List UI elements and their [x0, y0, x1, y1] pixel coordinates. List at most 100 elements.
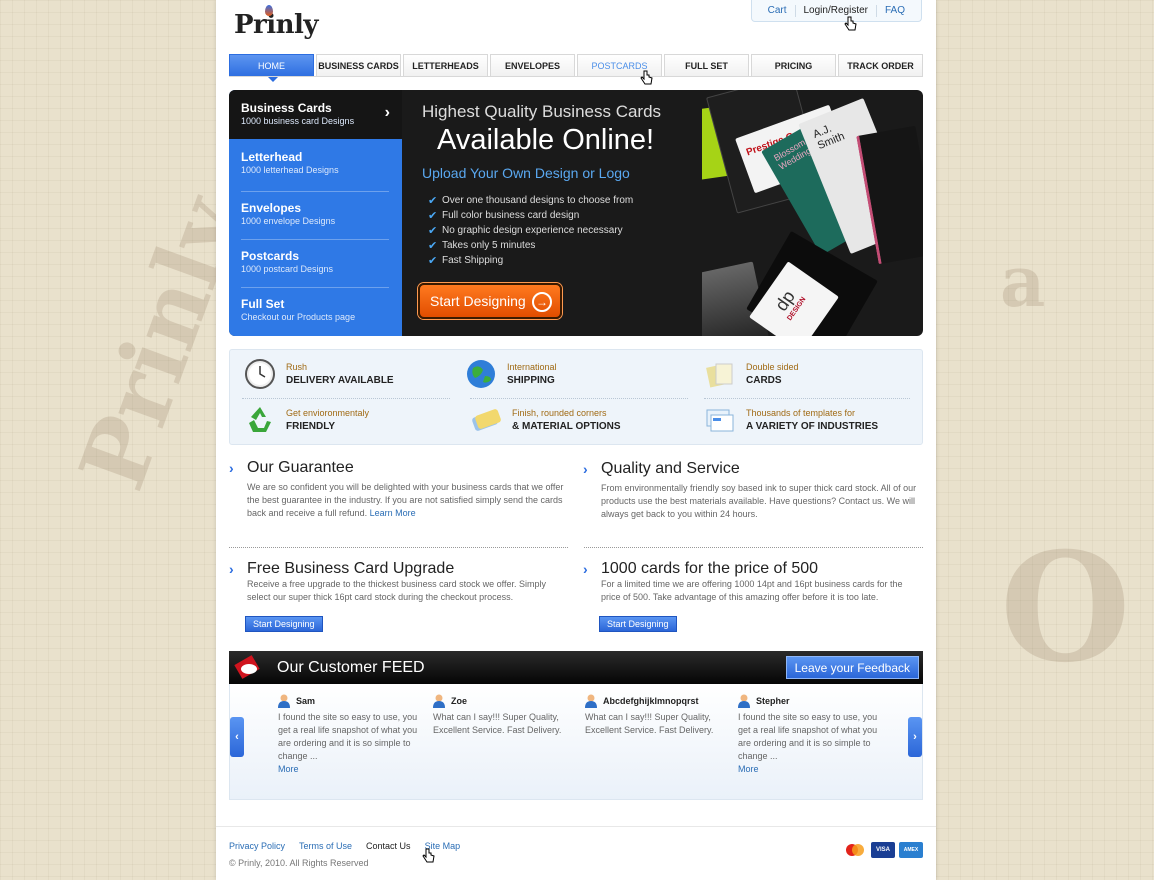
chevron-left-icon[interactable]: ‹ — [230, 717, 244, 757]
features-panel: Rush DELIVERY AVAILABLE International SHIP… — [229, 349, 923, 445]
sidebar-item-envelopes[interactable]: Envelopes 1000 envelope Designs — [229, 201, 402, 226]
chevron-right-icon: › — [229, 460, 234, 476]
check-icon: ✔ — [428, 225, 438, 237]
hero-headline-small: Highest Quality Business Cards — [422, 102, 662, 121]
sidebar-item-subtitle: Checkout our Products page — [241, 312, 356, 322]
start-designing-button[interactable]: Start Designing — [245, 616, 323, 632]
learn-more-link[interactable]: Learn More — [370, 508, 416, 518]
divider — [241, 191, 389, 192]
feed-title: Our Customer FEED — [277, 658, 425, 676]
login-register-link[interactable]: Login/Register — [796, 5, 876, 16]
feature-line1: Finish, rounded corners — [512, 408, 607, 418]
feedback-icon — [234, 655, 260, 679]
arrow-right-icon: → — [532, 292, 552, 312]
background-decoration: O — [1000, 520, 1131, 696]
user-icon — [585, 694, 597, 708]
bullet-item: ✔ Over one thousand designs to choose fro… — [428, 193, 633, 208]
feature-line1: Rush — [286, 362, 308, 372]
feature-item: International SHIPPING — [465, 358, 557, 390]
divider — [241, 287, 389, 288]
amex-icon: AMEX — [899, 842, 923, 858]
copyright-text: © Prinly, 2010. All Rights Reserved — [229, 858, 369, 868]
logo[interactable]: Prinly — [234, 5, 319, 40]
section-title: Free Business Card Upgrade — [247, 560, 455, 577]
hand-cursor-icon — [640, 70, 653, 85]
sidebar-item-postcards[interactable]: Postcards 1000 postcard Designs — [229, 249, 402, 274]
start-designing-button[interactable]: Start Designing → — [418, 283, 562, 319]
cart-link[interactable]: Cart — [760, 5, 795, 16]
contact-us-link[interactable]: Contact Us — [366, 841, 411, 851]
material-icon — [472, 409, 501, 431]
upgrade-section: › Free Business Card Upgrade Receive a fr… — [229, 560, 567, 632]
logo-drop-icon — [265, 5, 273, 16]
sidebar-item-subtitle: 1000 letterhead Designs — [241, 165, 339, 175]
visa-icon: VISA — [871, 842, 895, 858]
more-link[interactable]: More — [278, 764, 418, 774]
section-title: Quality and Service — [601, 460, 740, 477]
nav-pricing[interactable]: PRICING — [751, 54, 836, 77]
feed-body: ‹ › Sam I found the site so easy to use,… — [229, 684, 923, 800]
feed-header: Our Customer FEED Leave your Feedback — [229, 651, 923, 684]
page-container: Prinly Cart Login/Register FAQ HOME BUSI… — [216, 0, 936, 880]
chevron-right-icon[interactable]: › — [908, 717, 922, 757]
bullet-item: ✔ Full color business card design — [428, 208, 633, 223]
feature-bullets: ✔ Over one thousand designs to choose fro… — [428, 193, 633, 268]
chevron-right-icon: › — [583, 561, 588, 577]
sidebar-item-title: Letterhead — [241, 150, 303, 164]
nav-track-order[interactable]: TRACK ORDER — [838, 54, 923, 77]
check-icon: ✔ — [428, 240, 438, 252]
hero-banner: Business Cards 1000 business card Design… — [229, 90, 923, 336]
recycle-icon — [249, 407, 271, 432]
business-cards-image: Prestige Car Hire Blossom Weddings A.J. … — [702, 90, 923, 336]
more-link[interactable]: More — [738, 764, 878, 774]
section-text: For a limited time we are offering 1000 … — [601, 579, 903, 602]
privacy-policy-link[interactable]: Privacy Policy — [229, 841, 285, 851]
check-icon: ✔ — [428, 210, 438, 222]
nav-letterheads[interactable]: LETTERHEADS — [403, 54, 488, 77]
chevron-right-icon: › — [384, 104, 390, 121]
start-designing-button[interactable]: Start Designing — [599, 616, 677, 632]
feature-item: Thousands of templates for A VARIETY OF I… — [704, 404, 878, 436]
hero-headline: Available Online! — [437, 124, 655, 156]
section-text: Receive a free upgrade to the thickest b… — [247, 579, 546, 602]
feature-line1: International — [507, 362, 557, 372]
bullet-text: Over one thousand designs to choose from — [442, 195, 634, 206]
user-icon — [433, 694, 445, 708]
templates-icon — [706, 409, 734, 432]
hand-cursor-icon — [422, 848, 435, 863]
product-sidebar: Business Cards 1000 business card Design… — [229, 90, 402, 336]
review-item: Zoe What can I say!!! Super Quality, Exc… — [433, 694, 573, 737]
section-title: Our Guarantee — [247, 459, 354, 476]
check-icon: ✔ — [428, 255, 438, 267]
divider — [242, 398, 450, 399]
sidebar-item-letterhead[interactable]: Letterhead 1000 letterhead Designs — [229, 150, 402, 175]
bullet-item: ✔ No graphic design experience necessary — [428, 223, 633, 238]
guarantee-section: › Our Guarantee We are so confident you w… — [229, 459, 567, 520]
payment-label: VISA — [875, 847, 890, 853]
reviewer-name: Stepher — [756, 696, 790, 706]
sidebar-item-full-set[interactable]: Full Set Checkout our Products page — [229, 297, 402, 322]
hero-subheadline: Upload Your Own Design or Logo — [422, 165, 630, 181]
nav-underline — [229, 76, 923, 77]
hand-cursor-icon — [844, 16, 857, 31]
sidebar-item-business-cards[interactable]: Business Cards 1000 business card Design… — [229, 90, 402, 139]
leave-feedback-button[interactable]: Leave your Feedback — [785, 656, 919, 679]
payment-label: AMEX — [903, 847, 919, 853]
nav-home[interactable]: HOME — [229, 54, 314, 82]
globe-icon — [467, 360, 495, 388]
feature-item: Rush DELIVERY AVAILABLE — [244, 358, 394, 390]
feature-line1: Thousands of templates for — [746, 408, 856, 418]
background-decoration: a — [1000, 240, 1046, 323]
nav-full-set[interactable]: FULL SET — [664, 54, 749, 77]
nav-business-cards[interactable]: BUSINESS CARDS — [316, 54, 401, 77]
feature-item: Double sided CARDS — [704, 358, 799, 390]
reviewer-name: Zoe — [451, 696, 468, 706]
terms-of-use-link[interactable]: Terms of Use — [299, 841, 352, 851]
faq-link[interactable]: FAQ — [877, 5, 913, 16]
user-icon — [738, 694, 750, 708]
section-text: We are so confident you will be delighte… — [229, 481, 567, 520]
nav-envelopes[interactable]: ENVELOPES — [490, 54, 575, 77]
review-text: What can I say!!! Super Quality, Excelle… — [433, 712, 562, 735]
cards-icon — [706, 363, 733, 388]
review-item: Stepher I found the site so easy to use,… — [738, 694, 878, 774]
